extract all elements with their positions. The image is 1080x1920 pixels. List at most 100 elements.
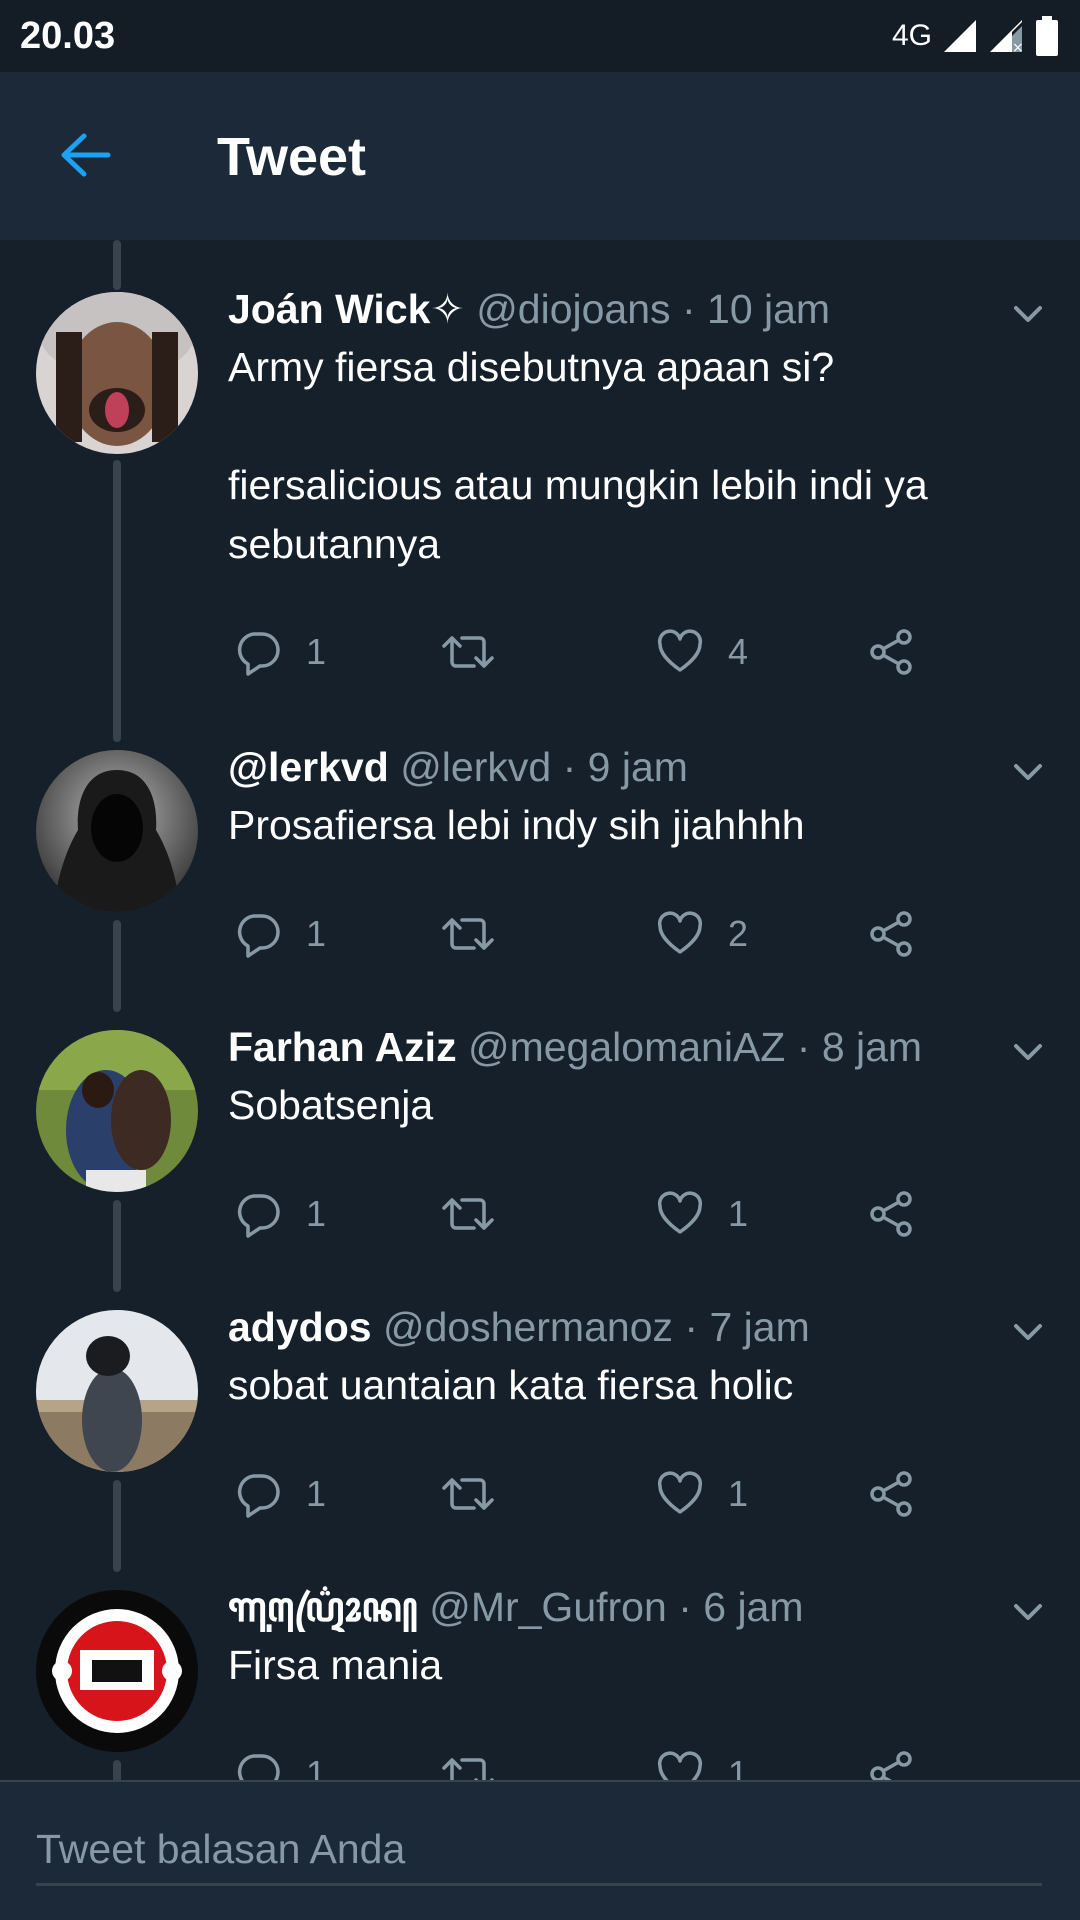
reply-icon [237,1754,280,1780]
like-button[interactable]: 1 [656,1744,748,1780]
retweet-icon [442,1478,494,1510]
user-handle[interactable]: @megalomaniAZ [468,1024,785,1070]
display-name[interactable]: Farhan Aziz [228,1024,457,1070]
retweet-button[interactable] [440,1744,520,1780]
share-button[interactable] [868,1744,916,1780]
tweet-actions: 1 1 [228,1744,928,1780]
chevron-down-icon[interactable] [1010,1594,1046,1630]
retweet-button[interactable] [440,622,520,682]
separator: · [684,1304,699,1350]
like-button[interactable]: 4 [656,622,748,682]
reply-count: 1 [306,913,327,954]
tweet-header: @lerkvd @lerkvd · 9 jam [228,742,960,792]
tweet-time: 9 jam [587,744,688,790]
user-handle[interactable]: @lerkvd [400,744,551,790]
like-count: 2 [728,913,749,954]
reply-count: 1 [306,1473,327,1514]
reply-button[interactable]: 1 [234,1464,326,1524]
reply-button[interactable]: 1 [234,1184,326,1244]
retweet-button[interactable] [440,904,520,964]
tweet-actions: 1 2 [228,904,928,964]
chevron-down-icon[interactable] [1010,754,1046,790]
like-button[interactable]: 1 [656,1464,748,1524]
avatar[interactable] [36,750,198,912]
retweet-icon [442,1758,494,1780]
avatar[interactable] [36,1590,198,1752]
display-name[interactable]: Joán Wick✧ [228,286,465,332]
thread-line [113,1480,121,1572]
tweet-thread[interactable]: Joán Wick✧ @diojoans · 10 jam Army fiers… [0,240,1080,1780]
heart-icon [657,911,703,954]
back-button[interactable] [58,128,112,182]
like-count: 1 [728,1193,749,1234]
like-button[interactable]: 2 [656,904,748,964]
heart-icon [657,1191,703,1234]
reply-count: 1 [306,1193,327,1234]
status-icons: 4G × [892,16,1060,56]
retweet-button[interactable] [440,1184,520,1244]
heart-icon [657,1471,703,1514]
tweet-time: 10 jam [707,286,831,332]
share-icon [870,629,912,675]
svg-text:×: × [1012,40,1024,54]
battery-icon [1034,16,1060,56]
reply-button[interactable]: 1 [234,622,326,682]
avatar[interactable] [36,1310,198,1472]
chevron-down-icon[interactable] [1010,1314,1046,1350]
reply-button[interactable]: 1 [234,904,326,964]
signal-no-data-icon: × [988,18,1024,54]
avatar[interactable] [36,1030,198,1192]
avatar[interactable] [36,292,198,454]
like-count: 1 [728,1753,749,1780]
share-icon [870,1471,912,1517]
thread-line [113,1200,121,1292]
chevron-down-icon[interactable] [1010,296,1046,332]
thread-line [113,460,121,742]
reply-input[interactable] [36,1816,1042,1886]
user-handle[interactable]: @diojoans [476,286,670,332]
reply-composer [0,1780,1080,1920]
tweet-text: Prosafiersa lebi indy sih jiahhhh [228,802,805,848]
tweet-actions: 1 4 [228,622,928,682]
separator: · [681,286,696,332]
retweet-icon [442,918,494,950]
reply-button[interactable]: 1 [234,1744,326,1780]
display-name[interactable]: ꦒꦸꦥ꦳ꦿꦺꦴꦤ꧀ [228,1584,418,1630]
retweet-button[interactable] [440,1464,520,1524]
retweet-icon [442,1198,494,1230]
display-name[interactable]: @lerkvd [228,744,389,790]
share-button[interactable] [868,1464,916,1524]
tweet-time: 7 jam [709,1304,810,1350]
share-icon [870,1751,912,1780]
tweet-actions: 1 1 [228,1184,928,1244]
tweet-time: 6 jam [703,1584,804,1630]
separator: · [796,1024,811,1070]
separator: · [678,1584,692,1630]
app-header: Tweet [0,72,1080,240]
tweet-header: Farhan Aziz @megalomaniAZ · 8 jam [228,1022,960,1072]
share-button[interactable] [868,904,916,964]
thread-line [113,920,121,1012]
heart-icon [657,629,703,672]
reply-icon [237,1194,280,1238]
tweet-text: Sobatsenja [228,1082,434,1128]
reply-icon [237,1474,280,1518]
user-handle[interactable]: @Mr_Gufron [429,1584,667,1630]
like-button[interactable]: 1 [656,1184,748,1244]
tweet-header: ꦒꦸꦥ꦳ꦿꦺꦴꦤ꧀ @Mr_Gufron · 6 jam [228,1582,960,1632]
user-handle[interactable]: @doshermanoz [383,1304,673,1350]
tweet-header: Joán Wick✧ @diojoans · 10 jam [228,284,960,334]
heart-icon [657,1751,703,1780]
share-button[interactable] [868,1184,916,1244]
display-name[interactable]: adydos [228,1304,372,1350]
thread-line [113,240,121,290]
retweet-icon [442,636,494,668]
thread-line [113,1760,121,1780]
tweet-header: adydos @doshermanoz · 7 jam [228,1302,960,1352]
share-button[interactable] [868,622,916,682]
like-count: 1 [728,1473,749,1514]
separator: · [562,744,577,790]
chevron-down-icon[interactable] [1010,1034,1046,1070]
reply-icon [237,632,280,676]
like-count: 4 [728,631,749,672]
